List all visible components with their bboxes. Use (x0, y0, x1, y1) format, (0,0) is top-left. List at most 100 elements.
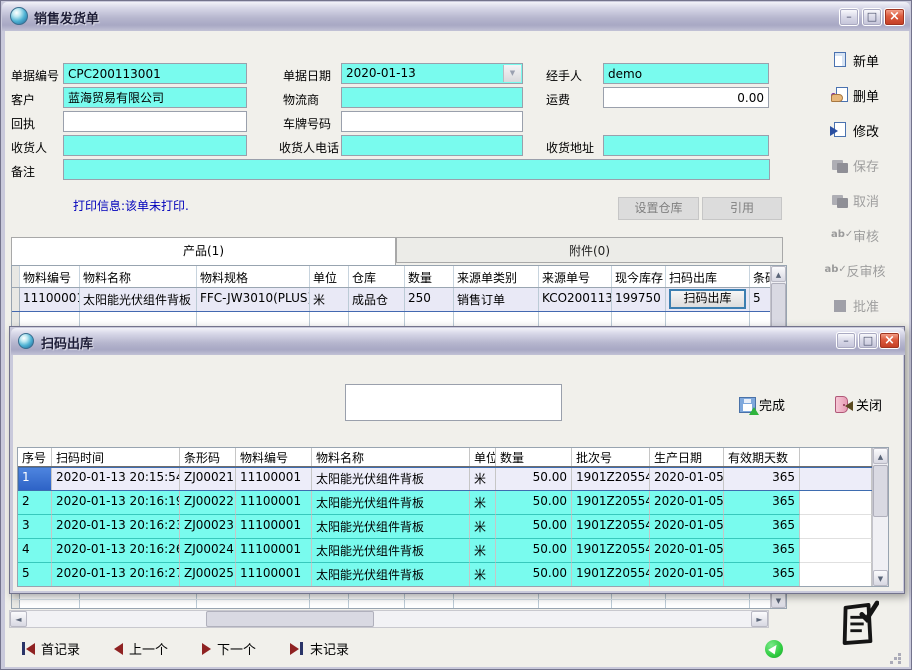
modal-maximize-button[interactable]: □ (858, 332, 878, 349)
product-cell: 销售订单 (454, 288, 539, 311)
product-header-cell: 单位 (310, 266, 349, 287)
scroll-down-icon[interactable]: ▼ (771, 592, 786, 608)
scroll-left-icon[interactable]: ◄ (10, 611, 27, 627)
scan-cell: 1901Z20554 (572, 539, 650, 563)
resize-grip[interactable] (898, 653, 901, 656)
product-cell: 11100001 (20, 288, 80, 311)
row-stub (12, 288, 20, 311)
modal-close-button[interactable]: × (879, 332, 900, 349)
scan-header-cell: 条形码 (180, 448, 236, 466)
scan-cell: 50.00 (496, 515, 572, 539)
header-stub (12, 266, 20, 287)
scan-cell: 2020-01-13 20:16:19 (52, 491, 180, 515)
product-row[interactable]: 11100001太阳能光伏组件背板FFC-JW3010(PLUS)米成品仓250… (12, 288, 786, 312)
empty-cell (349, 600, 405, 609)
empty-cell (80, 600, 197, 609)
scan-cell: 2020-01-13 20:16:23 (52, 515, 180, 539)
tab-products[interactable]: 产品(1) (11, 237, 396, 265)
address-field[interactable] (603, 135, 769, 156)
scan-record-row[interactable]: 32020-01-13 20:16:23ZJ0002311100001太阳能光伏… (18, 515, 888, 539)
action-label: 审核 (853, 226, 879, 245)
next-record-icon (202, 643, 211, 655)
action-delete-button[interactable]: 删单 (807, 84, 903, 106)
receiver-phone-field[interactable] (341, 135, 523, 156)
scroll-up-icon[interactable]: ▲ (771, 266, 786, 282)
action-label: 删单 (853, 86, 879, 105)
product-header-cell: 数量 (405, 266, 454, 287)
record-navbar: 首记录 上一个 下一个 末记录 (21, 639, 383, 658)
remark-field[interactable] (63, 159, 770, 180)
barcode-scan-input[interactable] (345, 384, 562, 421)
nav-first-button[interactable]: 首记录 (21, 639, 80, 658)
product-empty-row (12, 600, 786, 609)
doc-date-combo[interactable]: 2020-01-13 ▼ (341, 63, 523, 84)
nav-label: 下一个 (217, 639, 256, 658)
receiver-field[interactable] (63, 135, 247, 156)
product-cell: 成品仓 (349, 288, 405, 311)
empty-cell (750, 600, 772, 609)
scan-cell: 4 (18, 539, 52, 563)
product-table-hscrollbar[interactable]: ◄ ► (9, 610, 769, 628)
scan-table-vscrollbar[interactable]: ▲ ▼ (872, 448, 888, 586)
last-record-icon (290, 642, 304, 655)
action-label: 修改 (853, 121, 879, 140)
reference-button: 引用 (702, 197, 782, 220)
freight-field[interactable] (603, 87, 769, 108)
customer-label: 客户 (11, 91, 35, 108)
scan-cell: 365 (724, 491, 800, 515)
product-header-cell: 仓库 (349, 266, 405, 287)
hscroll-thumb[interactable] (206, 611, 374, 627)
minimize-button[interactable]: – (839, 8, 859, 26)
scan-record-row[interactable]: 12020-01-13 20:15:54ZJ0002111100001太阳能光伏… (18, 467, 888, 491)
scan-cell: 3 (18, 515, 52, 539)
modal-scroll-up-icon[interactable]: ▲ (873, 448, 888, 464)
dialog-close-button[interactable]: 关闭 (835, 395, 882, 414)
product-header-cell: 来源单号 (539, 266, 612, 287)
doc-date-value: 2020-01-13 (346, 66, 416, 80)
nav-prev-button[interactable]: 上一个 (114, 639, 168, 658)
doc-date-dropdown-icon[interactable]: ▼ (503, 65, 521, 82)
tab-attachments[interactable]: 附件(0) (396, 237, 783, 263)
action-label: 新单 (853, 51, 879, 70)
plate-field[interactable] (341, 111, 523, 132)
approve-icon (831, 296, 849, 314)
modal-scroll-down-icon[interactable]: ▼ (873, 570, 888, 586)
customer-field[interactable] (63, 87, 247, 108)
prev-record-icon (114, 643, 123, 655)
product-header-cell: 物料编号 (20, 266, 80, 287)
main-titlebar[interactable]: 销售发货单 – □ × (2, 2, 910, 31)
scan-cell: 米 (470, 563, 496, 587)
doc-no-field[interactable] (63, 63, 247, 84)
action-new-button[interactable]: 新单 (807, 49, 903, 71)
nav-last-button[interactable]: 末记录 (290, 639, 349, 658)
scan-cell: 50.00 (496, 539, 572, 563)
maximize-button[interactable]: □ (862, 8, 882, 26)
scan-cell: 1 (18, 467, 52, 491)
scan-out-button[interactable]: 扫码出库 (669, 289, 746, 309)
nav-next-button[interactable]: 下一个 (202, 639, 256, 658)
modal-vscroll-thumb[interactable] (873, 465, 888, 517)
scroll-right-icon[interactable]: ► (751, 611, 768, 627)
modal-minimize-button[interactable]: – (836, 332, 856, 349)
scan-record-row[interactable]: 42020-01-13 20:16:26ZJ0002411100001太阳能光伏… (18, 539, 888, 563)
scan-cell: 11100001 (236, 467, 312, 491)
logistics-field[interactable] (341, 87, 523, 108)
modal-titlebar[interactable]: 扫码出库 – □ × (11, 328, 905, 355)
scan-header-cell: 单位 (470, 448, 496, 466)
scan-record-row[interactable]: 22020-01-13 20:16:19ZJ0002211100001太阳能光伏… (18, 491, 888, 515)
close-button[interactable]: × (884, 8, 905, 26)
scan-cell: ZJ00024 (180, 539, 236, 563)
scan-records-table: 序号扫码时间条形码物料编号物料名称单位数量批次号生产日期有效期天数 12020-… (17, 447, 889, 587)
action-save-button: 保存 (807, 154, 903, 176)
scan-cell: 太阳能光伏组件背板 (312, 515, 470, 539)
empty-cell (197, 600, 310, 609)
action-modify-button[interactable]: 修改 (807, 119, 903, 141)
product-header-cell: 扫码出库 (666, 266, 750, 287)
handler-field[interactable] (603, 63, 769, 84)
action-label: 反审核 (846, 261, 885, 280)
scan-cell: 2020-01-05 (650, 491, 724, 515)
receipt-field[interactable] (63, 111, 247, 132)
scan-cell: 太阳能光伏组件背板 (312, 539, 470, 563)
finish-button[interactable]: 完成 (739, 395, 785, 414)
scan-record-row[interactable]: 52020-01-13 20:16:27ZJ0002511100001太阳能光伏… (18, 563, 888, 587)
